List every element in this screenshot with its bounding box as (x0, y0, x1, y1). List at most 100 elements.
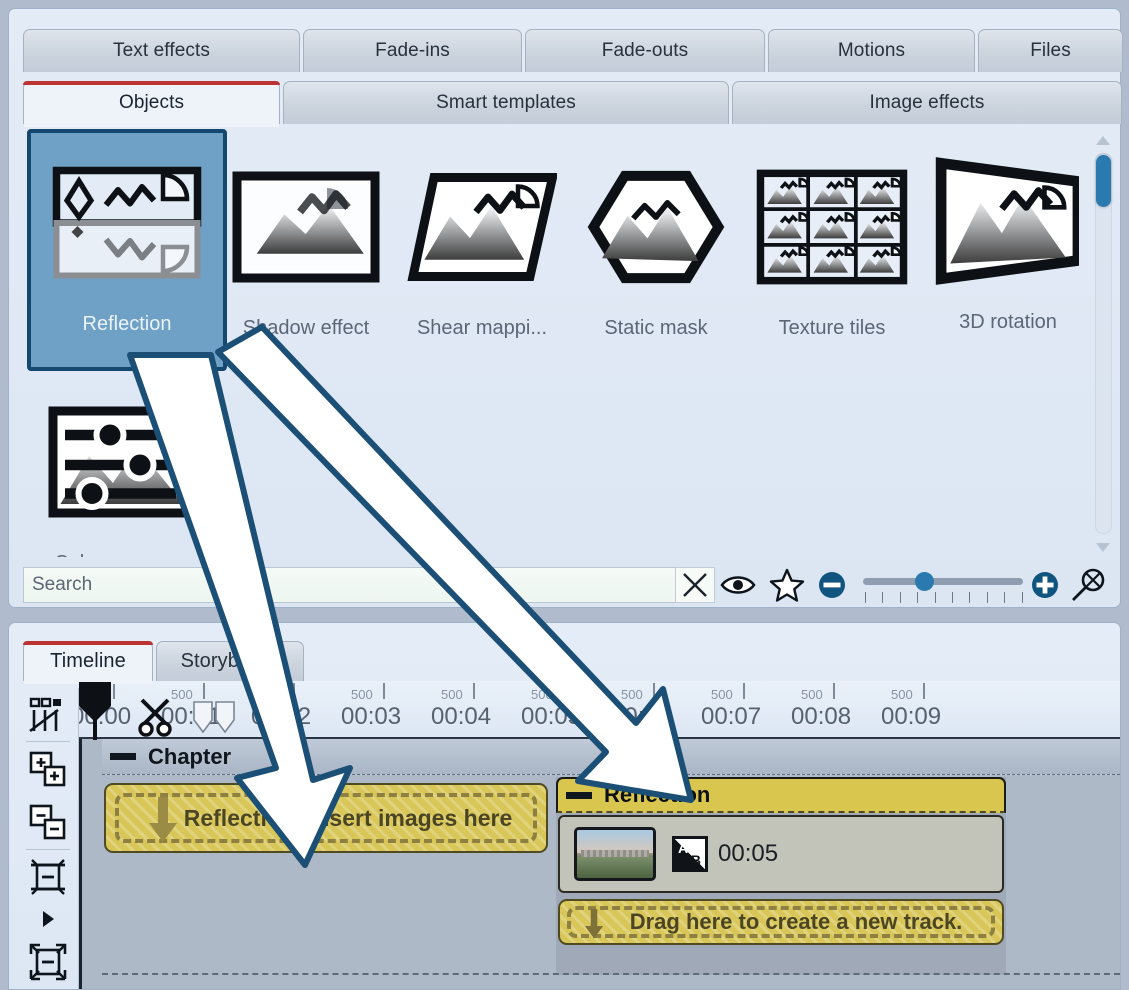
ruler-time-label: 00:07 (701, 703, 762, 730)
zoom-slider[interactable] (862, 570, 1023, 603)
tab-label: Timeline (50, 650, 126, 672)
tab-label: Image effects (869, 92, 985, 113)
tab-label: Objects (118, 92, 185, 113)
color-curve-thumb (35, 372, 209, 552)
effect-tile-label: Color curve a... (32, 552, 212, 557)
ruler-tick (383, 683, 385, 699)
star-icon[interactable] (762, 568, 811, 603)
reflection-track: Reflection AB 00:05 Drag here to create … (556, 777, 1006, 975)
ruler-subdivision-label: 500 (261, 687, 283, 702)
effects-scrollbar[interactable] (1092, 131, 1114, 556)
plus-circle-icon[interactable] (1024, 570, 1066, 600)
reflection-clip[interactable]: AB 00:05 (558, 815, 1004, 893)
ruler-time-label: 00:05 (521, 703, 582, 730)
shadow-effect-thumb (219, 137, 393, 317)
effects-grid: Reflection Shadow effect Shear mappi... Sta… (23, 127, 1079, 557)
effect-tile-reflection[interactable]: Reflection (27, 129, 227, 371)
effect-tile-shear-mappi[interactable]: Shear mappi... (395, 137, 569, 372)
effect-tile-color-curve-a[interactable]: Color curve a... (35, 372, 209, 557)
collapse-dash-icon[interactable] (110, 753, 136, 760)
ruler-tick (203, 683, 205, 699)
tab-files[interactable]: Files (978, 29, 1123, 72)
ruler-subdivision-label: 500 (801, 687, 823, 702)
ruler-time-label: 00:09 (881, 703, 942, 730)
ruler-time-label: 00:02 (251, 703, 312, 730)
tab-label: Smart templates (436, 92, 576, 113)
city-skyline-thumbnail (574, 827, 656, 881)
ruler-subdivision-label: 500 (891, 687, 913, 702)
texture-tiles-thumb (745, 137, 919, 317)
ruler-subdivision-label: 500 (531, 687, 553, 702)
triangle-down-icon[interactable] (1092, 538, 1114, 556)
tab-label: Storyboard (180, 650, 280, 672)
add-object-icon[interactable] (22, 742, 74, 795)
new-track-dropzone[interactable]: Drag here to create a new track. (558, 899, 1004, 945)
zoom-slider-track[interactable] (862, 578, 1023, 585)
effect-tile-label: Shadow effect (242, 317, 370, 339)
fit-all-icon[interactable] (22, 936, 74, 989)
ruler-tick (923, 683, 925, 699)
collapse-dash-icon[interactable] (566, 791, 592, 799)
expand-arrow-icon[interactable] (22, 903, 74, 935)
tab-label: Fade-ins (375, 40, 450, 61)
tab-motions[interactable]: Motions (768, 29, 975, 72)
ruler-subdivision-label: 500 (441, 687, 463, 702)
new-track-label: Drag here to create a new track. (629, 909, 963, 934)
object-mode-icon[interactable] (22, 688, 74, 741)
ruler-subdivision-label: 500 (711, 687, 733, 702)
playhead-marker-icon[interactable] (76, 680, 114, 740)
shear-mapping-thumb (395, 137, 569, 317)
tab-objects[interactable]: Objects (23, 81, 280, 127)
fit-height-icon[interactable] (22, 850, 74, 903)
effect-tile-label: 3D rotation (959, 311, 1057, 333)
ruler-time-label: 00:08 (791, 703, 852, 730)
close-x-icon[interactable] (675, 567, 715, 603)
ruler-tick (563, 683, 565, 699)
search-toolbar (23, 566, 1111, 604)
tab-smart-templates[interactable]: Smart templates (283, 81, 729, 124)
scrollbar-thumb[interactable] (1096, 155, 1111, 207)
timeline-tab-row: Timeline Storyboard (23, 641, 307, 684)
timeline-panel: Timeline Storyboard:00 500 00:01 500 00… (8, 622, 1121, 990)
reflection-thumb (40, 133, 214, 313)
zoom-slider-knob[interactable] (914, 572, 934, 591)
tab-row-primary: Text effects Fade-ins Fade-outs Motions File… (23, 29, 1126, 72)
tab-timeline[interactable]: Timeline (23, 641, 153, 684)
tab-storyboard[interactable]: Storyboard (156, 641, 304, 681)
effect-tile-3d-rotation[interactable]: 3D rotation (921, 131, 1079, 366)
clip-insert-images-placeholder[interactable]: Reflection: Insert images here (104, 783, 548, 853)
ruler-time-label: 00:04 (431, 703, 492, 730)
search-input[interactable] (23, 567, 677, 603)
ruler-time-label: 00:06 (611, 703, 672, 730)
reflection-track-header[interactable]: Reflection (556, 777, 1006, 813)
effect-tile-static-mask[interactable]: Static mask (569, 137, 743, 372)
effects-panel: Text effects Fade-ins Fade-outs Motions File… (8, 8, 1123, 608)
tab-row-secondary: Objects Smart templates Image effects (23, 81, 1125, 127)
range-marker-icon[interactable] (192, 700, 238, 736)
scrollbar-trough[interactable] (1095, 153, 1112, 534)
tab-label: Motions (837, 40, 906, 61)
magnifier-reset-icon[interactable] (1066, 567, 1111, 603)
ab-transition-icon: AB (672, 836, 708, 872)
chapter-track-header[interactable]: Chapter (102, 739, 1120, 775)
scissors-icon[interactable] (138, 694, 180, 738)
reflection-track-label: Reflection (604, 782, 711, 807)
tab-image-effects[interactable]: Image effects (732, 81, 1122, 124)
minus-circle-icon[interactable] (811, 570, 853, 600)
chapter-label: Chapter (148, 743, 232, 769)
triangle-up-icon[interactable] (1092, 131, 1114, 149)
zoom-slider-ticks (864, 592, 1023, 603)
ruler-tick (653, 683, 655, 699)
tab-fade-ins[interactable]: Fade-ins (303, 29, 522, 72)
tab-label: Text effects (113, 40, 210, 61)
3d-rotation-thumb (921, 131, 1079, 311)
effect-tile-texture-tiles[interactable]: Texture tiles (745, 137, 919, 372)
timeline-tracks: Chapter Reflection: Insert images here R… (79, 739, 1120, 989)
remove-object-icon[interactable] (22, 796, 74, 849)
tab-text-effects[interactable]: Text effects (23, 29, 300, 72)
effect-tile-shadow-effect[interactable]: Shadow effect (219, 137, 393, 372)
tab-fade-outs[interactable]: Fade-outs (525, 29, 765, 72)
effect-tile-label: Reflection (82, 313, 172, 335)
eye-icon[interactable] (715, 572, 762, 598)
ruler-tick (293, 683, 295, 699)
